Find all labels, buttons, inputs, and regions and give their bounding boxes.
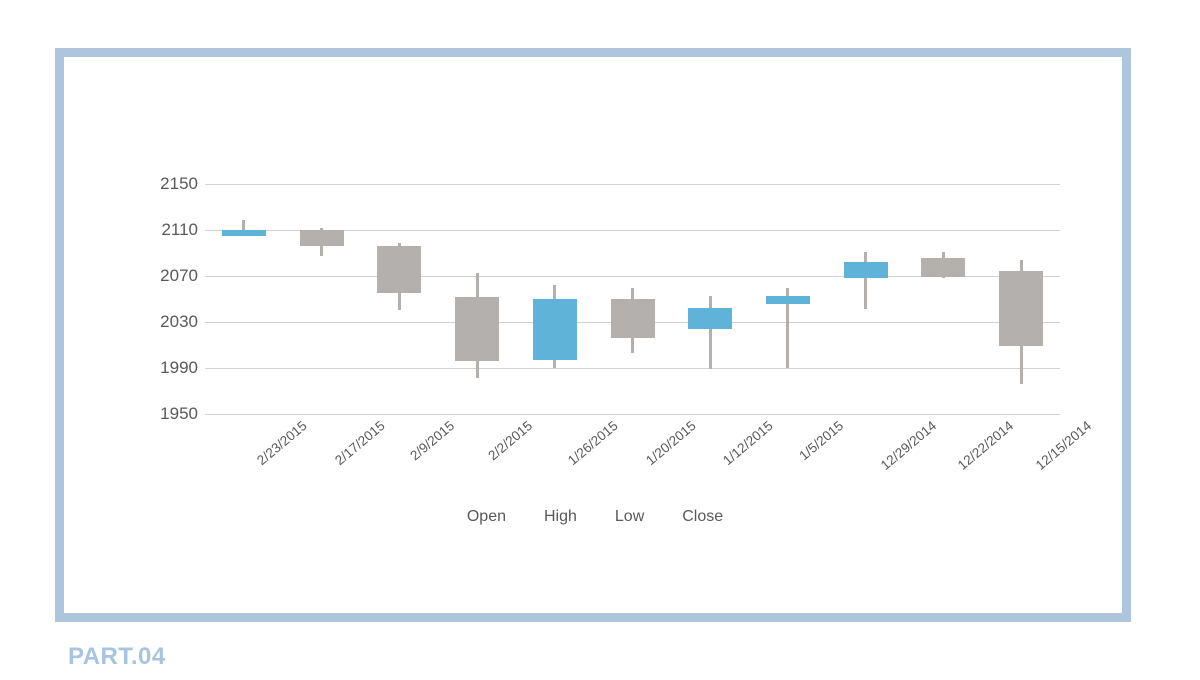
x-axis-labels: 2/23/2015 2/17/2015 2/9/2015 2/2/2015 1/26/2… bbox=[205, 418, 1094, 488]
slide: 2150 2110 2070 2030 1990 1950 2/23/2015 2/17/2… bbox=[0, 0, 1200, 680]
x-axis-tick-label: 1/20/2015 bbox=[642, 418, 699, 469]
candlestick-chart: 2150 2110 2070 2030 1990 1950 2/23/2015 2/17/2… bbox=[130, 160, 1094, 473]
candlestick-body bbox=[765, 295, 810, 304]
candlestick-body bbox=[610, 299, 655, 339]
y-axis-tick-label: 2030 bbox=[160, 312, 198, 331]
x-axis-tick-label: 1/26/2015 bbox=[564, 418, 621, 469]
candlestick-wick bbox=[864, 251, 868, 310]
candlestick-body bbox=[455, 296, 500, 362]
x-axis-tick-label: 2/17/2015 bbox=[331, 418, 388, 469]
candlestick-body bbox=[688, 308, 733, 329]
candlestick-wick bbox=[708, 295, 712, 370]
candlestick-body bbox=[843, 262, 888, 279]
x-axis-tick-label: 2/2/2015 bbox=[485, 418, 536, 464]
x-axis-tick-label: 2/9/2015 bbox=[407, 418, 458, 464]
gridline bbox=[205, 414, 1060, 415]
plot-area: 2150 2110 2070 2030 1990 1950 bbox=[160, 174, 1060, 423]
candlestick-body bbox=[532, 299, 577, 360]
x-axis-tick-label: 1/12/2015 bbox=[720, 418, 776, 469]
x-axis-tick-label: 12/29/2014 bbox=[877, 418, 939, 473]
candlestick-body bbox=[299, 230, 344, 247]
legend-item-high[interactable]: High bbox=[544, 508, 577, 526]
y-axis-tick-label: 2110 bbox=[161, 220, 198, 239]
candlestick-body bbox=[999, 271, 1044, 347]
y-axis-tick-label: 1990 bbox=[160, 358, 198, 377]
y-axis-tick-label: 2150 bbox=[160, 174, 198, 193]
legend-item-close[interactable]: Close bbox=[682, 508, 723, 526]
candlestick-body bbox=[221, 230, 266, 236]
candlestick-body bbox=[921, 257, 966, 278]
gridline bbox=[205, 368, 1060, 369]
gridline bbox=[205, 184, 1060, 185]
y-axis-tick-label: 2070 bbox=[160, 266, 198, 285]
x-axis-tick-label: 2/23/2015 bbox=[253, 418, 310, 469]
legend-item-open[interactable]: Open bbox=[467, 508, 506, 526]
x-axis-tick-label: 1/5/2015 bbox=[796, 418, 847, 464]
chart-legend: Open High Low Close bbox=[130, 508, 1060, 526]
candlestick-body bbox=[377, 246, 422, 294]
legend-item-low[interactable]: Low bbox=[615, 508, 644, 526]
y-axis-tick-label: 1950 bbox=[160, 404, 198, 423]
part-label: PART.04 bbox=[68, 643, 166, 670]
x-axis-tick-label: 12/22/2014 bbox=[955, 418, 1017, 473]
